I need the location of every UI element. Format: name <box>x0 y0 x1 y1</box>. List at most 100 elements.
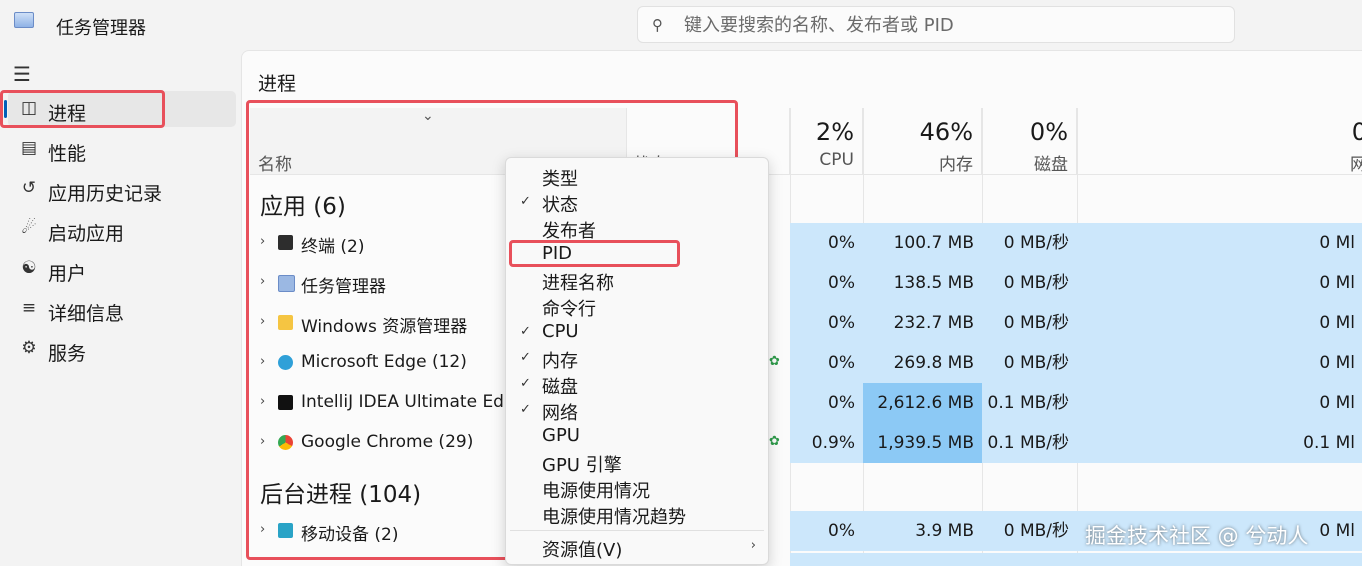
column-chooser-menu: 类型 ✓ 状态 发布者 PID 进程名称 命令行 ✓ CPU ✓ 内存 ✓ 磁盘 ✓ 网络… <box>505 157 769 565</box>
memory-value <box>863 553 982 566</box>
column-header-memory[interactable]: 46% 内存 <box>863 108 982 175</box>
menu-item-label: 磁盘 <box>542 377 578 398</box>
menu-item-label: 类型 <box>542 169 578 190</box>
menu-item-label: CPU <box>542 321 579 342</box>
menu-item-label: 进程名称 <box>542 273 614 294</box>
menu-item-label: 电源使用情况 <box>542 481 650 502</box>
efficiency-leaf-icon: ✿ <box>769 354 780 369</box>
sidebar-item-details[interactable]: ≡ 详细信息 <box>8 291 236 327</box>
disk-value: 0 MB/秒 <box>982 303 1077 343</box>
menu-item-status[interactable]: ✓ 状态 <box>510 190 764 216</box>
column-header-disk[interactable]: 0% 磁盘 <box>982 108 1077 175</box>
search-input[interactable] <box>682 11 1206 39</box>
sidebar-item-services[interactable]: ⚙ 服务 <box>8 331 236 367</box>
menu-item-gpu[interactable]: GPU <box>510 424 764 450</box>
check-icon: ✓ <box>520 350 531 365</box>
task-manager-app-icon <box>14 12 34 28</box>
network-value: 0 Ml <box>1077 303 1362 343</box>
column-header-label: 内存 <box>939 155 973 175</box>
network-total-percent: 0 <box>1351 118 1362 146</box>
cpu-value: 0% <box>790 263 863 303</box>
page-title: 进程 <box>258 73 297 95</box>
menu-item-label: 资源值(V) <box>542 540 623 561</box>
check-icon: ✓ <box>520 376 531 391</box>
disk-value: 0 MB/秒 <box>982 511 1077 551</box>
efficiency-leaf-icon: ✿ <box>769 434 780 449</box>
check-icon: ✓ <box>520 324 531 339</box>
chevron-right-icon: › <box>750 538 756 553</box>
cpu-value: 0% <box>790 303 863 343</box>
watermark-text: 掘金技术社区 @ 兮动人 <box>1085 524 1309 548</box>
sidebar-item-label: 启动应用 <box>48 223 125 245</box>
check-icon: ✓ <box>520 402 531 417</box>
network-value: 0 Ml <box>1077 343 1362 383</box>
network-value: 0 Ml <box>1077 223 1362 263</box>
users-icon: ☯ <box>21 258 37 278</box>
column-header-label: CPU <box>819 150 854 170</box>
window-title: 任务管理器 <box>56 18 146 39</box>
menu-item-cpu[interactable]: ✓ CPU <box>510 320 764 346</box>
menu-item-label: 状态 <box>542 195 578 216</box>
column-header-cpu[interactable]: 2% CPU <box>790 108 863 174</box>
startup-icon: ☄ <box>21 218 37 238</box>
sidebar-item-app-history[interactable]: ↺ 应用历史记录 <box>8 171 236 207</box>
cpu-value: 0% <box>790 223 863 263</box>
sidebar-item-label: 应用历史记录 <box>48 183 163 205</box>
cpu-value: 0.9% <box>790 423 863 463</box>
cpu-value <box>790 553 863 566</box>
menu-item-label: 网络 <box>542 403 578 424</box>
details-icon: ≡ <box>21 298 37 318</box>
network-value: 0.1 Ml <box>1077 423 1362 463</box>
sidebar-item-label: 用户 <box>48 263 87 285</box>
memory-value: 3.9 MB <box>863 511 982 551</box>
network-value: 0 Ml <box>1077 263 1362 303</box>
network-value <box>1077 553 1362 566</box>
search-box[interactable]: ⚲ <box>637 6 1235 43</box>
sidebar-item-label: 详细信息 <box>48 303 125 325</box>
title-bar: 任务管理器 ⚲ <box>0 0 1362 50</box>
sidebar-item-users[interactable]: ☯ 用户 <box>8 251 236 287</box>
sidebar-item-label: 服务 <box>48 343 87 365</box>
disk-value <box>982 553 1077 566</box>
memory-value: 232.7 MB <box>863 303 982 343</box>
memory-total-percent: 46% <box>919 118 973 146</box>
column-header-label: 磁盘 <box>1034 155 1068 175</box>
check-icon: ✓ <box>520 194 531 209</box>
sidebar-item-performance[interactable]: ▤ 性能 <box>8 131 236 167</box>
memory-value: 2,612.6 MB <box>863 383 982 423</box>
disk-value: 0.1 MB/秒 <box>982 423 1077 463</box>
disk-value: 0 MB/秒 <box>982 223 1077 263</box>
menu-item-command-line[interactable]: 命令行 <box>510 294 764 320</box>
menu-item-publisher[interactable]: 发布者 <box>510 216 764 242</box>
memory-value: 100.7 MB <box>863 223 982 263</box>
menu-item-type[interactable]: 类型 <box>510 164 764 190</box>
sidebar-item-startup[interactable]: ☄ 启动应用 <box>8 211 236 247</box>
menu-item-power-usage-trend[interactable]: 电源使用情况趋势 <box>510 502 764 528</box>
app-history-icon: ↺ <box>21 178 37 198</box>
menu-item-label: GPU <box>542 425 580 446</box>
cpu-total-percent: 2% <box>815 118 854 146</box>
menu-item-power-usage[interactable]: 电源使用情况 <box>510 476 764 502</box>
hamburger-menu-icon[interactable]: ☰ <box>13 62 31 86</box>
network-value: 0 Ml <box>1077 383 1362 423</box>
menu-item-label: GPU 引擎 <box>542 455 622 476</box>
performance-icon: ▤ <box>20 138 38 158</box>
search-icon: ⚲ <box>652 16 663 34</box>
menu-item-resource-values[interactable]: 资源值(V) › <box>510 535 764 561</box>
cpu-value: 0% <box>790 383 863 423</box>
disk-value: 0 MB/秒 <box>982 343 1077 383</box>
menu-item-gpu-engine[interactable]: GPU 引擎 <box>510 450 764 476</box>
disk-value: 0 MB/秒 <box>982 263 1077 303</box>
menu-item-disk[interactable]: ✓ 磁盘 <box>510 372 764 398</box>
menu-item-process-name[interactable]: 进程名称 <box>510 268 764 294</box>
menu-item-memory[interactable]: ✓ 内存 <box>510 346 764 372</box>
menu-item-label: 内存 <box>542 351 578 372</box>
menu-item-network[interactable]: ✓ 网络 <box>510 398 764 424</box>
disk-value: 0.1 MB/秒 <box>982 383 1077 423</box>
memory-value: 269.8 MB <box>863 343 982 383</box>
column-header-network[interactable]: 0 网 <box>1077 108 1362 175</box>
menu-item-label: 电源使用情况趋势 <box>542 507 686 528</box>
services-icon: ⚙ <box>21 338 37 358</box>
cpu-value: 0% <box>790 511 863 551</box>
highlight-box-pid <box>509 240 680 267</box>
